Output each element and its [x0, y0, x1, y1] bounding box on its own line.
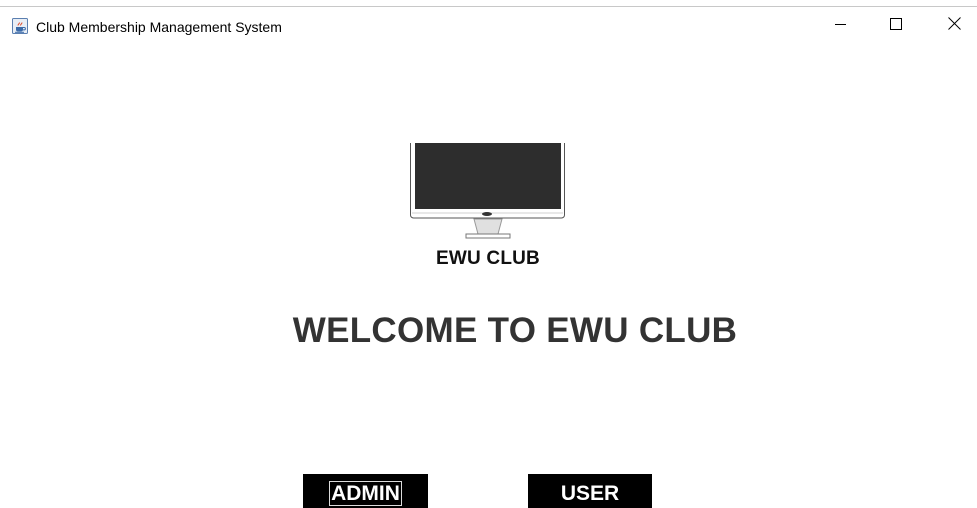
logo-text: EWU CLUB	[436, 248, 540, 269]
welcome-heading: WELCOME TO EWU CLUB	[292, 311, 738, 350]
user-button[interactable]: USER	[528, 474, 652, 508]
minimize-icon	[835, 17, 847, 35]
java-cup-icon[interactable]	[12, 18, 28, 34]
admin-button[interactable]: ADMIN	[303, 474, 428, 508]
title-bar[interactable]: Club Membership Management System	[0, 7, 977, 45]
maximize-button[interactable]	[873, 7, 919, 45]
admin-button-label: ADMIN	[329, 481, 402, 506]
minimize-button[interactable]	[818, 7, 864, 45]
window-title: Club Membership Management System	[36, 19, 282, 35]
monitor-icon	[410, 143, 566, 243]
close-button[interactable]	[931, 7, 977, 45]
close-icon	[947, 17, 961, 35]
application-window: Club Membership Management System EWU CL…	[0, 0, 977, 508]
user-button-label: USER	[560, 481, 620, 505]
maximize-icon	[890, 17, 902, 35]
